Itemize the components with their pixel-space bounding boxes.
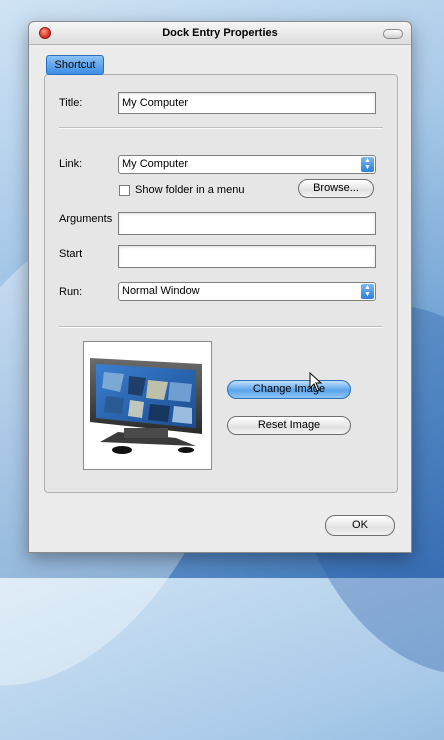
separator: [59, 127, 383, 129]
title-field[interactable]: [118, 92, 376, 114]
show-folder-checkbox[interactable]: [119, 185, 130, 196]
select-stepper-icon: ▲ ▼: [361, 157, 374, 172]
run-select-value: Normal Window: [122, 285, 200, 297]
dock-entry-properties-window: Dock Entry Properties Shortcut Title: Li…: [28, 21, 412, 553]
link-select-value: My Computer: [122, 158, 189, 170]
image-preview: [83, 341, 212, 470]
link-label: Link:: [59, 158, 83, 170]
reset-image-button[interactable]: Reset Image: [227, 416, 351, 435]
title-label: Title:: [59, 97, 83, 109]
toolbar-toggle-button[interactable]: [383, 29, 403, 39]
show-folder-label: Show folder in a menu: [135, 184, 245, 196]
run-select[interactable]: Normal Window ▲ ▼: [118, 282, 376, 301]
ok-button[interactable]: OK: [325, 515, 395, 536]
monitor-icon: [90, 358, 202, 454]
arguments-label: Arguments: [59, 213, 113, 225]
arguments-field[interactable]: [118, 212, 376, 235]
mouse-pointer-icon: [309, 372, 323, 392]
select-stepper-icon: ▲ ▼: [361, 284, 374, 299]
tab-shortcut[interactable]: Shortcut: [46, 55, 104, 75]
link-select[interactable]: My Computer ▲ ▼: [118, 155, 376, 174]
start-label: Start: [59, 248, 83, 260]
run-label: Run:: [59, 286, 83, 298]
start-field[interactable]: [118, 245, 376, 268]
window-title: Dock Entry Properties: [162, 27, 278, 39]
separator: [59, 326, 383, 328]
title-bar[interactable]: Dock Entry Properties: [29, 22, 411, 45]
browse-button[interactable]: Browse...: [298, 179, 374, 198]
change-image-button[interactable]: Change Image: [227, 380, 351, 399]
